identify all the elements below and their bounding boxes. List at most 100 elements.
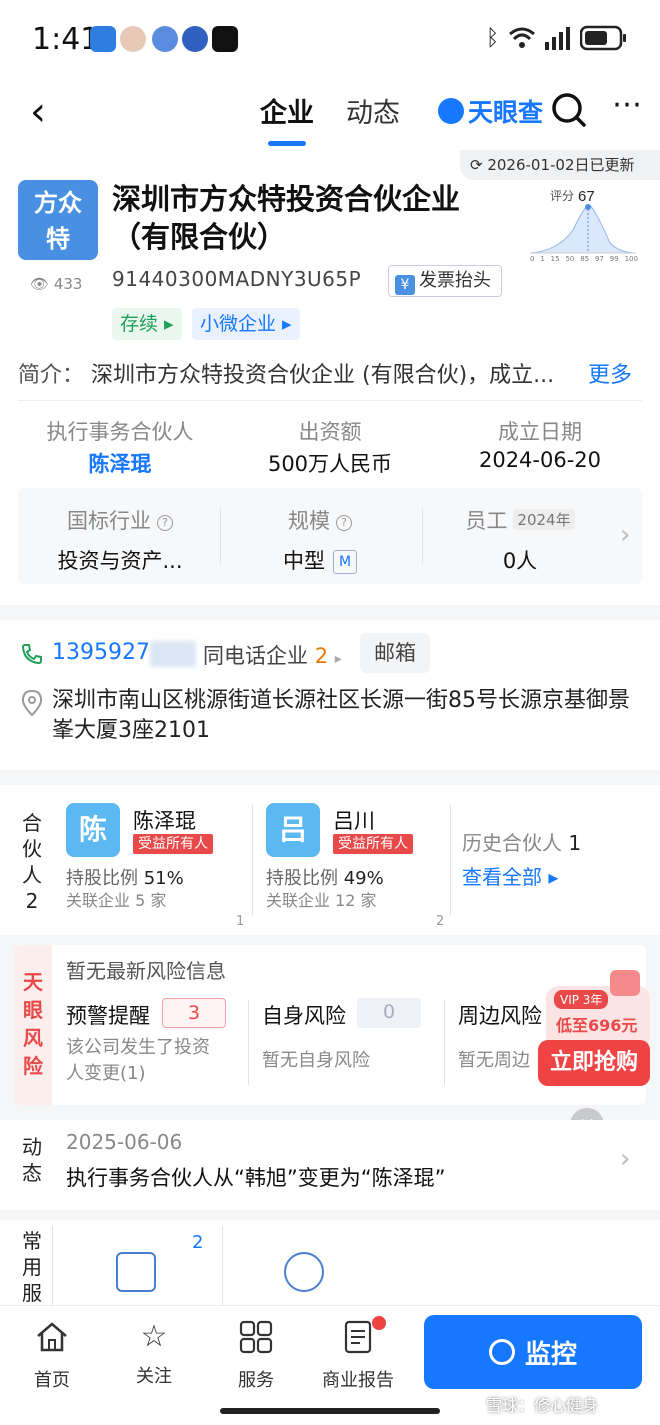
bottom-tab-label: 商业报告 bbox=[322, 1370, 394, 1391]
bottom-tab-services[interactable]: 服务 bbox=[216, 1320, 296, 1392]
buy-now-button[interactable]: 立即抢购 bbox=[538, 1040, 650, 1086]
bottom-tab-follow[interactable]: ☆ 关注 bbox=[114, 1320, 194, 1388]
same-phone-companies[interactable]: 同电话企业 2 ▸ bbox=[203, 640, 342, 670]
scale-m-badge: M bbox=[333, 550, 357, 574]
status-bar: 1:41 ᛒ bbox=[0, 0, 660, 75]
self-risk-count: 0 bbox=[357, 998, 421, 1028]
finance-invoice-icon[interactable] bbox=[116, 1252, 156, 1292]
updated-text: 2026-01-02日已更新 bbox=[487, 156, 635, 174]
wifi-icon bbox=[509, 27, 535, 48]
services-badge: 2 bbox=[192, 1232, 204, 1253]
monitor-icon bbox=[488, 1339, 515, 1365]
bluetooth-icon: ᛒ bbox=[486, 26, 500, 51]
capital-label: 出资额 bbox=[298, 420, 362, 444]
chevron-right-icon[interactable]: › bbox=[620, 520, 630, 550]
bottom-tab-label: 关注 bbox=[136, 1366, 172, 1387]
surrounding-risk-title[interactable]: 周边风险 bbox=[458, 1000, 542, 1030]
signal-icon bbox=[545, 27, 570, 50]
notification-dot bbox=[372, 1316, 386, 1330]
separator bbox=[450, 805, 451, 915]
company-intro[interactable]: 简介： 深圳市方众特投资合伙企业 (有限合伙)，成立... bbox=[18, 357, 638, 389]
email-button[interactable]: 邮箱 bbox=[360, 633, 430, 673]
chevron-right-icon[interactable]: › bbox=[620, 1144, 630, 1174]
help-icon[interactable]: ? bbox=[336, 515, 352, 531]
employees-year: 2024年 bbox=[513, 509, 575, 530]
tab-news[interactable]: 动态 bbox=[346, 91, 400, 130]
invoice-title-button[interactable]: ¥ 发票抬头 bbox=[388, 265, 502, 297]
score-chart[interactable]: 评分 67 0 1 15 50 85 97 99 100 bbox=[528, 185, 638, 265]
brand-logo: 天眼查 bbox=[438, 93, 543, 129]
avatar-notification-icon bbox=[120, 26, 146, 52]
divider bbox=[18, 400, 642, 401]
separator bbox=[248, 1000, 249, 1085]
warning-reminder-title[interactable]: 预警提醒 bbox=[66, 1000, 150, 1030]
company-name: 深圳市方众特投资合伙企业（有限合伙） bbox=[112, 182, 461, 254]
monitor-button[interactable]: 监控 bbox=[424, 1315, 642, 1389]
capital-value: 500万人民币 bbox=[267, 452, 393, 476]
employees-value: 0人 bbox=[502, 549, 538, 573]
top-nav-bar: ‹ 企业 动态 天眼查 ⋯ bbox=[0, 75, 660, 150]
back-arrow-icon[interactable]: ‹ bbox=[30, 89, 46, 135]
promo-price: 低至696元 bbox=[556, 1016, 638, 1035]
score-value: 67 bbox=[578, 188, 595, 205]
home-indicator bbox=[220, 1408, 440, 1414]
bottom-tab-label: 首页 bbox=[34, 1370, 70, 1391]
self-risk-desc: 暂无自身风险 bbox=[262, 1050, 370, 1071]
building-check-icon[interactable] bbox=[284, 1252, 324, 1292]
history-partners: 历史合伙人 1 bbox=[462, 831, 582, 855]
partner-name[interactable]: 陈泽琨 bbox=[133, 805, 196, 835]
bottom-tab-label: 服务 bbox=[238, 1370, 274, 1391]
company-logo-line2: 特 bbox=[46, 225, 70, 253]
app-notification-icon-2 bbox=[152, 26, 178, 52]
address[interactable]: 深圳市南山区桃源街道长源社区长源一街85号长源京基御景峯大厦3座2101 bbox=[52, 686, 632, 746]
updated-badge: ⟳ 2026-01-02日已更新 bbox=[460, 150, 660, 180]
scale-tag[interactable]: 小微企业 ▸ bbox=[192, 308, 300, 340]
risk-title: 暂无最新风险信息 bbox=[66, 959, 226, 983]
partner-related: 关联企业 5 家 bbox=[66, 891, 167, 910]
watermark: 雪球：修心健身 bbox=[486, 1396, 599, 1415]
separator bbox=[222, 1226, 223, 1306]
surrounding-risk-desc: 暂无周边 bbox=[458, 1050, 530, 1071]
industry-value: 投资与资产... bbox=[57, 549, 183, 573]
partner-index: 1 bbox=[236, 914, 245, 929]
partner-index: 2 bbox=[436, 914, 445, 929]
status-tag[interactable]: 存续 ▸ bbox=[112, 308, 182, 340]
legal-partner-label: 执行事务合伙人 bbox=[46, 420, 194, 444]
credit-code[interactable]: 91440300MADNY3U65P bbox=[112, 267, 361, 291]
search-icon[interactable] bbox=[550, 91, 588, 129]
tab-company[interactable]: 企业 bbox=[260, 91, 314, 130]
legal-partner-value[interactable]: 陈泽琨 bbox=[30, 448, 210, 478]
more-icon[interactable]: ⋯ bbox=[612, 87, 642, 122]
report-icon bbox=[344, 1320, 372, 1354]
news-section-label: 动态 bbox=[22, 1135, 42, 1185]
view-all-partners-link[interactable]: 查看全部 ▸ bbox=[462, 866, 558, 888]
partner-related: 关联企业 12 家 bbox=[266, 891, 377, 910]
intro-text: 深圳市方众特投资合伙企业 (有限合伙)，成立... bbox=[91, 363, 555, 388]
intro-more-link[interactable]: 更多 bbox=[588, 357, 633, 389]
services-section-label: 常用服 bbox=[22, 1229, 42, 1305]
employees-label: 员工 2024年 bbox=[430, 505, 610, 535]
founded-label: 成立日期 bbox=[498, 420, 582, 444]
vip-promo[interactable]: VIP 3年 低至696元 立即抢购 bbox=[534, 970, 652, 1086]
scale-value: 中型 M bbox=[230, 545, 410, 575]
promo-vip-badge: VIP 3年 bbox=[554, 990, 609, 1009]
warning-reminder-count: 3 bbox=[162, 998, 226, 1028]
help-icon[interactable]: ? bbox=[157, 515, 173, 531]
score-label: 评分 bbox=[550, 189, 574, 203]
location-pin-icon bbox=[22, 690, 42, 716]
phone-number[interactable]: 1395927 bbox=[52, 640, 150, 665]
self-risk-title[interactable]: 自身风险 bbox=[262, 1000, 346, 1030]
tianyancha-logo-icon bbox=[438, 98, 464, 124]
view-count-value: 433 bbox=[53, 275, 83, 293]
paw-notification-icon bbox=[182, 26, 208, 52]
bottom-tab-reports[interactable]: 商业报告 bbox=[318, 1320, 398, 1392]
services-card bbox=[0, 1220, 660, 1310]
industry-label: 国标行业? bbox=[30, 505, 210, 535]
intro-label: 简介： bbox=[18, 363, 85, 388]
news-date: 2025-06-06 bbox=[66, 1130, 183, 1154]
bottom-tab-home[interactable]: 首页 bbox=[12, 1320, 92, 1392]
partner-name[interactable]: 吕川 bbox=[333, 805, 375, 835]
partner-share: 持股比例 49% bbox=[266, 868, 384, 889]
grid-icon bbox=[239, 1320, 273, 1354]
phone-icon[interactable] bbox=[20, 642, 44, 666]
